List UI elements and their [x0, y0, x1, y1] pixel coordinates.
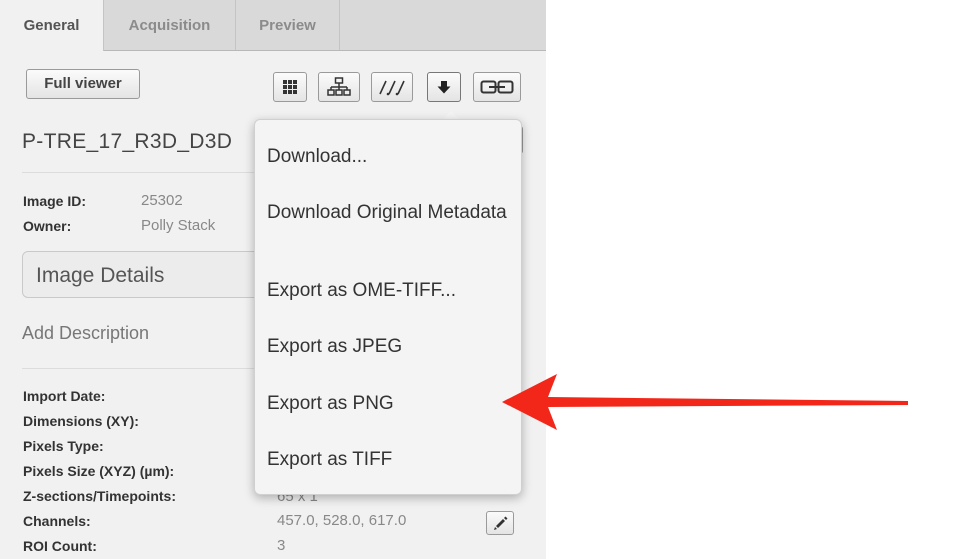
- annotation-arrow-shape: [502, 374, 908, 430]
- annotation-arrow: [502, 374, 908, 430]
